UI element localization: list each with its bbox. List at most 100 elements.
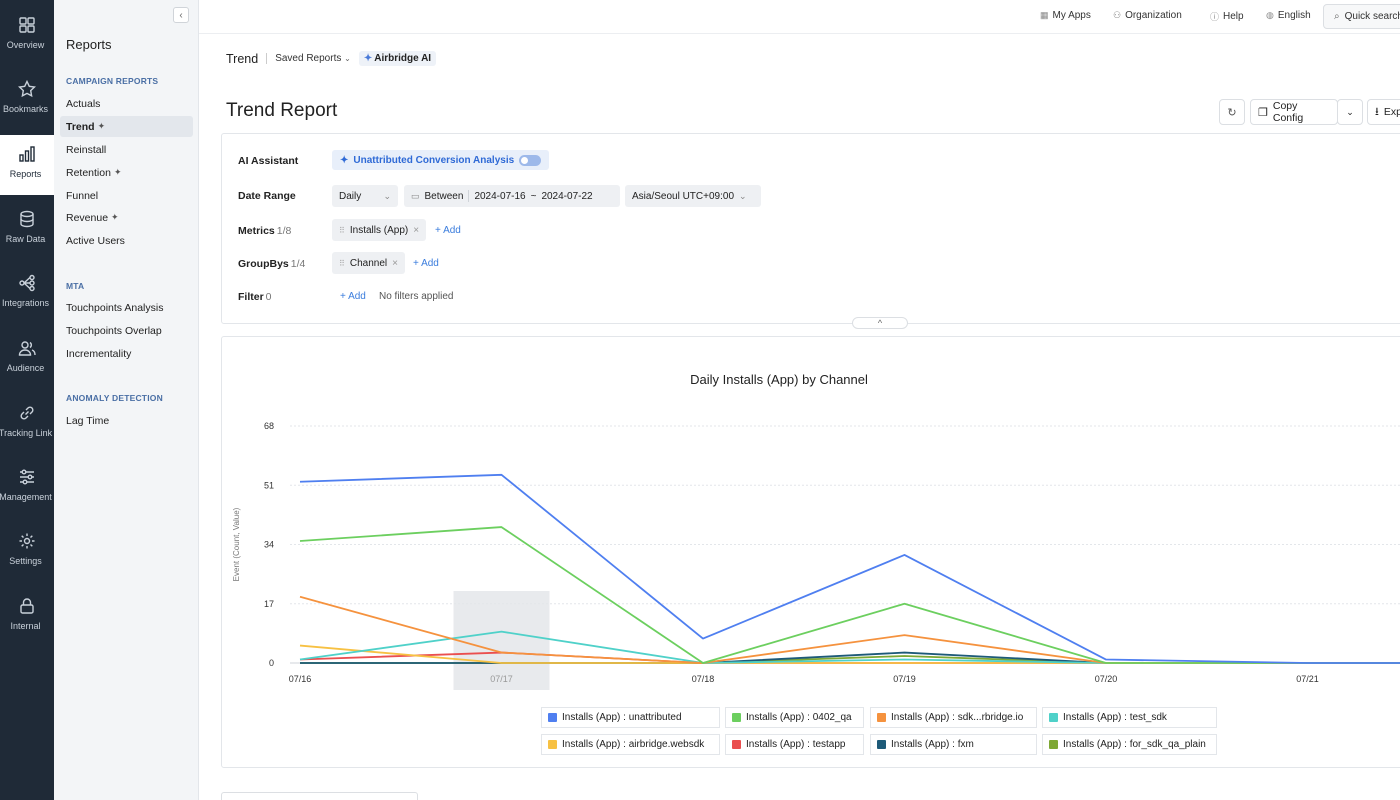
collapse-panel-button[interactable]: ^ — [852, 317, 908, 329]
metric-chip[interactable]: ⠿ Installs (App) × — [332, 219, 427, 241]
rail-item-label: Tracking Link — [0, 428, 53, 438]
close-icon[interactable]: × — [413, 225, 419, 236]
groupby-chip[interactable]: ⠿ Channel × — [332, 252, 405, 274]
sidebar-item-reinstall[interactable]: Reinstall — [60, 139, 193, 160]
legend-item[interactable]: Installs (App) : unattributed — [541, 707, 720, 728]
legend-item[interactable]: Installs (App) : testapp — [725, 734, 864, 755]
chevron-down-icon: ⌄ — [344, 54, 351, 63]
collapse-sidebar-button[interactable]: ‹ — [173, 7, 189, 23]
sidebar-item-label: Actuals — [66, 97, 101, 110]
copy-config-button[interactable]: ❐ Copy Config — [1250, 99, 1338, 125]
drag-handle-icon[interactable]: ⠿ — [339, 259, 345, 268]
legend-item[interactable]: Installs (App) : airbridge.websdk — [541, 734, 720, 755]
legend-item[interactable]: Installs (App) : for_sdk_qa_plain — [1042, 734, 1217, 755]
timezone-select[interactable]: Asia/Seoul UTC+09:00 ⌄ — [625, 185, 761, 207]
reports-sidebar: ‹ Reports CAMPAIGN REPORTS Actuals Trend… — [54, 0, 199, 800]
language-selector[interactable]: ◍ English — [1266, 10, 1311, 21]
quick-search-button[interactable]: ⌕ Quick search — [1323, 4, 1400, 29]
sidebar-item-retention[interactable]: Retention ✦ — [60, 162, 193, 183]
saved-reports-dropdown[interactable]: Saved Reports ⌄ — [275, 53, 351, 64]
ai-assistant-toggle[interactable] — [519, 154, 542, 166]
rail-item-tracking-link[interactable]: Tracking Link — [0, 394, 54, 454]
date-separator: ~ — [530, 190, 537, 202]
report-config-panel: AI Assistant ✦ Unattributed Conversion An… — [221, 133, 1400, 324]
rail-item-audience[interactable]: Audience — [0, 329, 54, 389]
legend-label: Installs (App) : 0402_qa — [746, 712, 852, 723]
sidebar-item-active-users[interactable]: Active Users — [60, 230, 193, 251]
rail-item-settings[interactable]: Settings — [0, 522, 54, 582]
sidebar-item-label: Incrementality — [66, 347, 132, 360]
x-tick-label: 07/16 — [289, 674, 312, 684]
sidebar-item-label: Touchpoints Overlap — [66, 324, 162, 337]
table-options-box[interactable] — [221, 792, 418, 800]
legend-label: Installs (App) : test_sdk — [1063, 712, 1167, 723]
rail-item-internal[interactable]: Internal — [0, 587, 54, 647]
legend-label: Installs (App) : sdk...rbridge.io — [891, 712, 1024, 723]
date-range-picker[interactable]: ▭ Between 2024-07-16 ~2024-07-22 — [404, 185, 620, 207]
top-bar: ▦ My Apps ⚇ Organization ⓘ Help ◍ English ⌕ Q… — [199, 0, 1400, 34]
my-apps-link[interactable]: ▦ My Apps — [1040, 10, 1091, 21]
sidebar-item-touchpoints-overlap[interactable]: Touchpoints Overlap — [60, 320, 193, 341]
line-chart: Daily Installs (App) by Channel 0 17 34 51 68… — [232, 372, 1400, 690]
gear-icon — [19, 533, 35, 549]
rail-item-label: Settings — [9, 556, 42, 566]
download-icon: ⭳ — [1375, 105, 1379, 118]
sidebar-item-trend[interactable]: Trend ✦ — [60, 116, 193, 137]
help-icon: ⓘ — [1210, 12, 1220, 22]
sliders-icon — [20, 469, 34, 485]
close-icon[interactable]: × — [392, 258, 398, 269]
sidebar-item-touchpoints-analysis[interactable]: Touchpoints Analysis — [60, 297, 193, 318]
rail-item-bookmarks[interactable]: Bookmarks — [0, 70, 54, 130]
copy-config-menu-button[interactable]: ⌄ — [1337, 99, 1363, 125]
legend-item[interactable]: Installs (App) : sdk...rbridge.io — [870, 707, 1037, 728]
filter-count: 0 — [265, 291, 272, 303]
ai-assistant-chip[interactable]: ✦ Unattributed Conversion Analysis — [332, 150, 550, 170]
add-filter-button[interactable]: + Add — [340, 291, 366, 302]
refresh-button[interactable]: ↻ — [1219, 99, 1245, 125]
grid-icon: ▦ — [1040, 10, 1049, 20]
drag-handle-icon[interactable]: ⠿ — [339, 226, 345, 235]
x-tick-label: 07/20 — [1095, 674, 1118, 684]
export-button[interactable]: ⭳ Export — [1367, 99, 1400, 125]
sidebar-item-revenue[interactable]: Revenue ✦ — [60, 207, 193, 228]
sidebar-item-lag-time[interactable]: Lag Time — [60, 410, 193, 431]
sidebar-item-funnel[interactable]: Funnel — [60, 185, 193, 206]
add-groupby-button[interactable]: + Add — [413, 258, 439, 269]
y-tick-label: 34 — [264, 540, 274, 550]
divider — [266, 53, 268, 64]
rail-item-label: Reports — [9, 169, 42, 179]
x-tick-label: 07/19 — [893, 674, 916, 684]
rail-item-raw-data[interactable]: Raw Data — [0, 200, 54, 260]
add-metric-button[interactable]: + Add — [435, 225, 461, 236]
rail-item-label: Management — [0, 492, 52, 502]
legend-swatch — [877, 713, 886, 722]
rail-item-overview[interactable]: Overview — [0, 6, 54, 66]
y-tick-label: 17 — [264, 599, 274, 609]
help-label: Help — [1223, 11, 1244, 22]
granularity-select[interactable]: Daily ⌄ — [332, 185, 398, 207]
sidebar-item-incrementality[interactable]: Incrementality — [60, 343, 193, 364]
organization-link[interactable]: ⚇ Organization — [1113, 10, 1182, 21]
breadcrumb-trend[interactable]: Trend — [226, 52, 258, 66]
legend-label: Installs (App) : airbridge.websdk — [562, 739, 705, 750]
section-anomaly-detection: ANOMALY DETECTION — [66, 393, 163, 403]
legend-item[interactable]: Installs (App) : fxm — [870, 734, 1037, 755]
legend-item[interactable]: Installs (App) : test_sdk — [1042, 707, 1217, 728]
rail-item-management[interactable]: Management — [0, 458, 54, 518]
metrics-count: 1/8 — [276, 225, 292, 237]
start-date: 2024-07-16 — [474, 190, 526, 202]
filter-label: Filter 0 — [238, 291, 272, 303]
airbridge-ai-button[interactable]: ✦ Airbridge AI — [358, 51, 437, 66]
granularity-value: Daily — [339, 190, 362, 202]
legend-item[interactable]: Installs (App) : 0402_qa — [725, 707, 864, 728]
rail-item-label: Raw Data — [5, 234, 46, 244]
rail-item-reports[interactable]: Reports — [0, 135, 54, 195]
help-link[interactable]: ⓘ Help — [1210, 10, 1244, 23]
between-label: Between — [424, 190, 464, 202]
people-icon: ⚇ — [1113, 10, 1122, 20]
rail-item-integrations[interactable]: Integrations — [0, 264, 54, 324]
section-mta: MTA — [66, 281, 85, 291]
sidebar-item-actuals[interactable]: Actuals — [60, 93, 193, 114]
sparkle-icon: ✦ — [340, 154, 349, 166]
ai-assistant-label: AI Assistant — [238, 155, 299, 167]
